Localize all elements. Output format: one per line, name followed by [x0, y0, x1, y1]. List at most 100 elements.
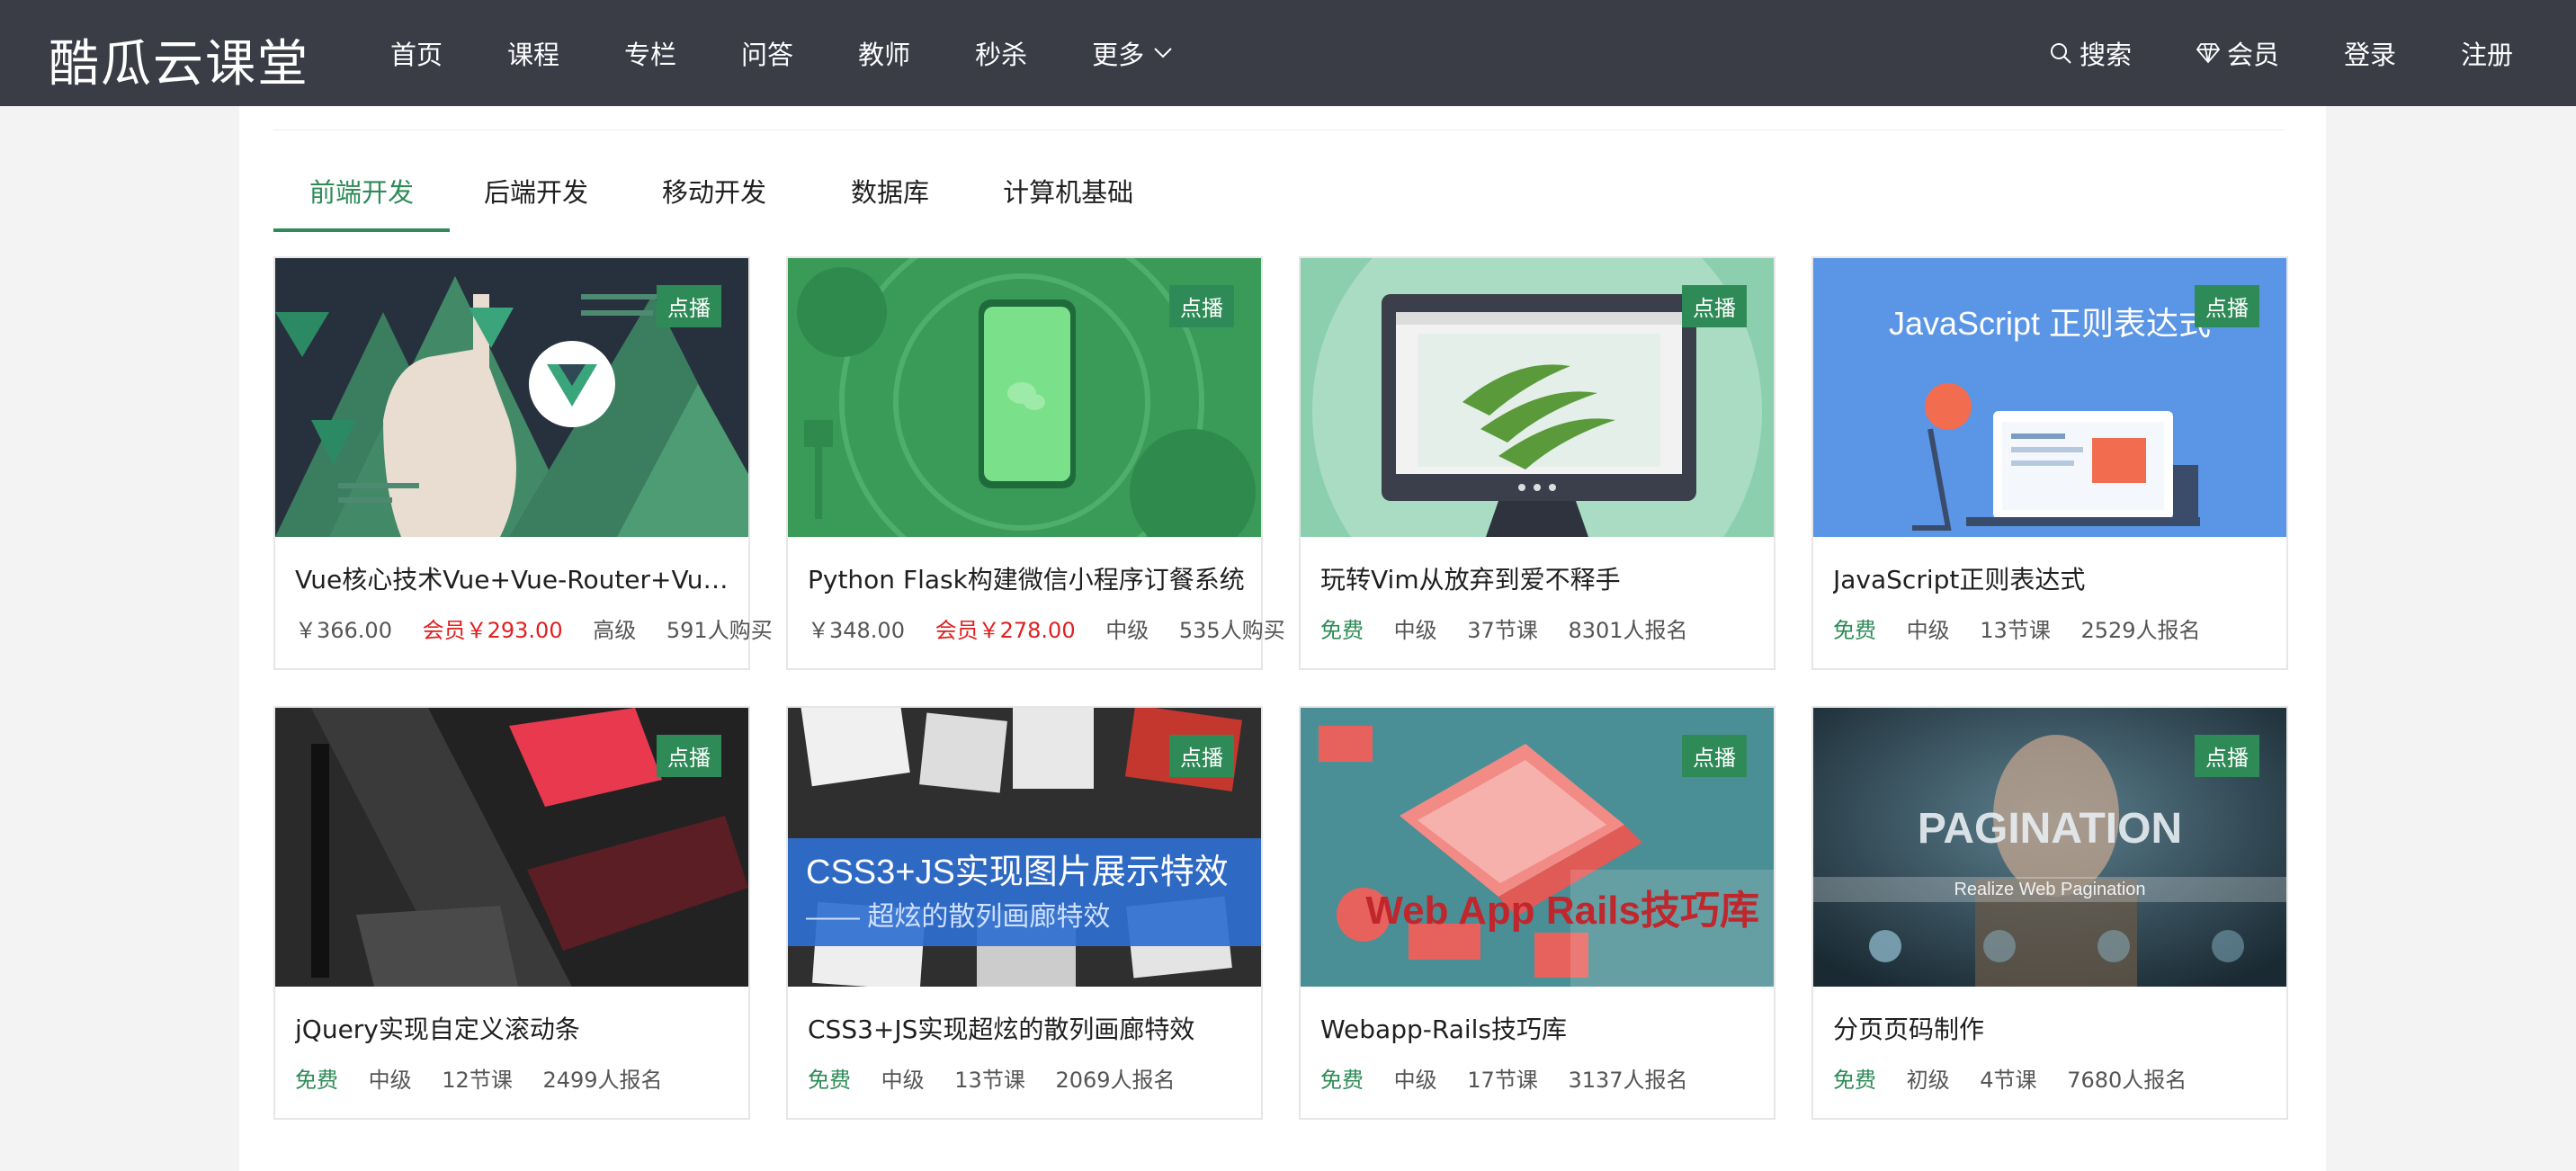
course-title[interactable]: Vue核心技术Vue+Vue-Router+Vuex+SSR实战精讲 — [295, 560, 736, 596]
course-level: 中级 — [881, 1068, 925, 1093]
course-count: 8301人报名 — [1568, 618, 1688, 643]
tab-backend[interactable]: 后端开发 — [450, 156, 622, 228]
course-count: 3137人报名 — [1568, 1068, 1688, 1093]
course-lessons: 4节课 — [1980, 1068, 2037, 1093]
tab-cs-basics[interactable]: 计算机基础 — [967, 156, 1169, 228]
course-meta: ￥366.00 会员￥293.00 高级 591人购买 — [295, 612, 796, 644]
course-meta: 免费 中级 12节课 2499人报名 — [295, 1062, 686, 1094]
search-link[interactable]: 搜索 — [2049, 34, 2132, 72]
course-thumbnail[interactable]: 点播 — [275, 258, 748, 537]
course-price: 免费 — [295, 1068, 338, 1093]
vip-price: 会员￥278.00 — [935, 618, 1076, 643]
course-title[interactable]: JavaScript正则表达式 — [1833, 560, 2274, 596]
course-meta: 免费 初级 4节课 7680人报名 — [1833, 1062, 2210, 1094]
nav-columns[interactable]: 专栏 — [624, 34, 676, 72]
course-thumbnail[interactable]: 点播 — [275, 708, 748, 987]
course-meta: 免费 中级 13节课 2529人报名 — [1833, 612, 2224, 644]
course-thumbnail[interactable]: PAGINATION Realize Web Pagination 点播 — [1813, 708, 2286, 987]
thumbnail-subtitle: Realize Web Pagination — [1954, 880, 2145, 899]
main-nav: 首页 课程 专栏 问答 教师 秒杀 更多 — [390, 0, 1238, 106]
thumbnail-subtitle: —— 超炫的散列画廊特效 — [806, 902, 1110, 932]
nav-more-label: 更多 — [1092, 40, 1145, 70]
course-thumbnail[interactable]: 点播 — [788, 258, 1261, 537]
login-link[interactable]: 登录 — [2344, 34, 2396, 72]
nav-teachers[interactable]: 教师 — [858, 34, 910, 72]
header-actions: 搜索 会员 登录 注册 — [1984, 0, 2513, 106]
course-card[interactable]: PAGINATION Realize Web Pagination 点播 分页页… — [1811, 706, 2288, 1120]
course-meta: 免费 中级 13节课 2069人报名 — [808, 1062, 1199, 1094]
course-count: 535人购买 — [1178, 618, 1285, 643]
course-title[interactable]: 分页页码制作 — [1833, 1010, 2274, 1046]
course-meta: 免费 中级 37节课 8301人报名 — [1320, 612, 1712, 644]
course-count: 2069人报名 — [1055, 1068, 1176, 1093]
course-count: 591人购买 — [666, 618, 773, 643]
vod-badge: 点播 — [1169, 285, 1234, 327]
course-level: 中级 — [1906, 618, 1950, 643]
vod-badge: 点播 — [1682, 285, 1747, 327]
course-lessons: 12节课 — [442, 1068, 513, 1093]
course-price: 免费 — [808, 1068, 851, 1093]
course-title[interactable]: Webapp-Rails技巧库 — [1320, 1010, 1761, 1046]
course-lessons: 13节课 — [1980, 618, 2051, 643]
course-thumbnail[interactable]: Web App Rails技巧库 点播 — [1301, 708, 1774, 987]
nav-home[interactable]: 首页 — [390, 34, 443, 72]
nav-courses[interactable]: 课程 — [507, 34, 559, 72]
course-title[interactable]: CSS3+JS实现超炫的散列画廊特效 — [808, 1010, 1248, 1046]
course-thumbnail[interactable]: 点播 — [1301, 258, 1774, 537]
vod-badge: 点播 — [2195, 285, 2259, 327]
thumbnail-title: Web App Rails技巧库 — [1365, 889, 1759, 933]
course-card[interactable]: Web App Rails技巧库 点播 Webapp-Rails技巧库 免费 中… — [1299, 706, 1775, 1120]
thumbnail-title: PAGINATION — [1918, 805, 2182, 853]
top-navbar: 酷瓜云课堂 首页 课程 专栏 问答 教师 秒杀 更多 搜索 会员 登录 注册 — [0, 0, 2576, 106]
course-card[interactable]: CSS3+JS实现图片展示特效 —— 超炫的散列画廊特效 点播 CSS3+JS实… — [786, 706, 1263, 1120]
course-meta: ￥348.00 会员￥278.00 中级 535人购买 — [808, 612, 1309, 644]
vod-badge: 点播 — [1169, 735, 1234, 777]
course-card[interactable]: JavaScript 正则表达式 点播 JavaScript正则表达式 免费 中… — [1811, 256, 2288, 670]
course-card[interactable]: 点播 玩转Vim从放弃到爱不释手 免费 中级 37节课 8301人报名 — [1299, 256, 1775, 670]
register-link[interactable]: 注册 — [2461, 34, 2513, 72]
course-title[interactable]: 玩转Vim从放弃到爱不释手 — [1320, 560, 1761, 596]
course-price: ￥366.00 — [295, 618, 392, 643]
search-icon — [2050, 43, 2071, 64]
nav-more[interactable]: 更多 — [1092, 34, 1173, 72]
diamond-icon — [2196, 43, 2220, 64]
nav-flash-sale[interactable]: 秒杀 — [975, 34, 1027, 72]
tab-database[interactable]: 数据库 — [811, 156, 967, 228]
thumbnail-title: CSS3+JS实现图片展示特效 — [806, 854, 1229, 891]
course-price: 免费 — [1833, 618, 1876, 643]
course-title[interactable]: jQuery实现自定义滚动条 — [295, 1010, 736, 1046]
thumbnail-title: JavaScript 正则表达式 — [1889, 305, 2211, 342]
course-price: 免费 — [1833, 1068, 1876, 1093]
course-count: 2529人报名 — [2080, 618, 2201, 643]
member-link[interactable]: 会员 — [2196, 34, 2279, 72]
course-thumbnail[interactable]: JavaScript 正则表达式 点播 — [1813, 258, 2286, 537]
tab-mobile[interactable]: 移动开发 — [626, 156, 802, 228]
course-lessons: 17节课 — [1467, 1068, 1538, 1093]
course-price: 免费 — [1320, 618, 1364, 643]
vod-badge: 点播 — [1682, 735, 1747, 777]
course-title[interactable]: Python Flask构建微信小程序订餐系统 — [808, 560, 1248, 596]
category-tabs: 前端开发 后端开发 移动开发 数据库 计算机基础 — [273, 156, 1169, 239]
chevron-down-icon — [1154, 48, 1172, 58]
course-card[interactable]: 点播 Python Flask构建微信小程序订餐系统 ￥348.00 会员￥27… — [786, 256, 1285, 670]
course-card[interactable]: 点播 jQuery实现自定义滚动条 免费 中级 12节课 2499人报名 — [273, 706, 750, 1120]
course-count: 2499人报名 — [542, 1068, 663, 1093]
member-label: 会员 — [2226, 40, 2279, 70]
course-lessons: 13节课 — [954, 1068, 1025, 1093]
course-lessons: 37节课 — [1467, 618, 1538, 643]
course-price: 免费 — [1320, 1068, 1364, 1093]
course-price: ￥348.00 — [808, 618, 905, 643]
course-panel: 前端开发 后端开发 移动开发 数据库 计算机基础 点播 Vue核心技术Vue+V… — [239, 106, 2326, 1171]
course-level: 中级 — [1105, 618, 1149, 643]
course-level: 初级 — [1906, 1068, 1950, 1093]
nav-qa[interactable]: 问答 — [741, 34, 793, 72]
course-level: 高级 — [593, 618, 637, 643]
site-logo[interactable]: 酷瓜云课堂 — [49, 23, 309, 96]
course-card[interactable]: 点播 Vue核心技术Vue+Vue-Router+Vuex+SSR实战精讲 ￥3… — [273, 256, 773, 670]
tab-frontend[interactable]: 前端开发 — [273, 156, 451, 232]
course-level: 中级 — [1393, 618, 1437, 643]
vip-price: 会员￥293.00 — [422, 618, 563, 643]
course-thumbnail[interactable]: CSS3+JS实现图片展示特效 —— 超炫的散列画廊特效 点播 — [788, 708, 1261, 987]
vod-badge: 点播 — [2195, 735, 2259, 777]
vod-badge: 点播 — [657, 285, 721, 327]
